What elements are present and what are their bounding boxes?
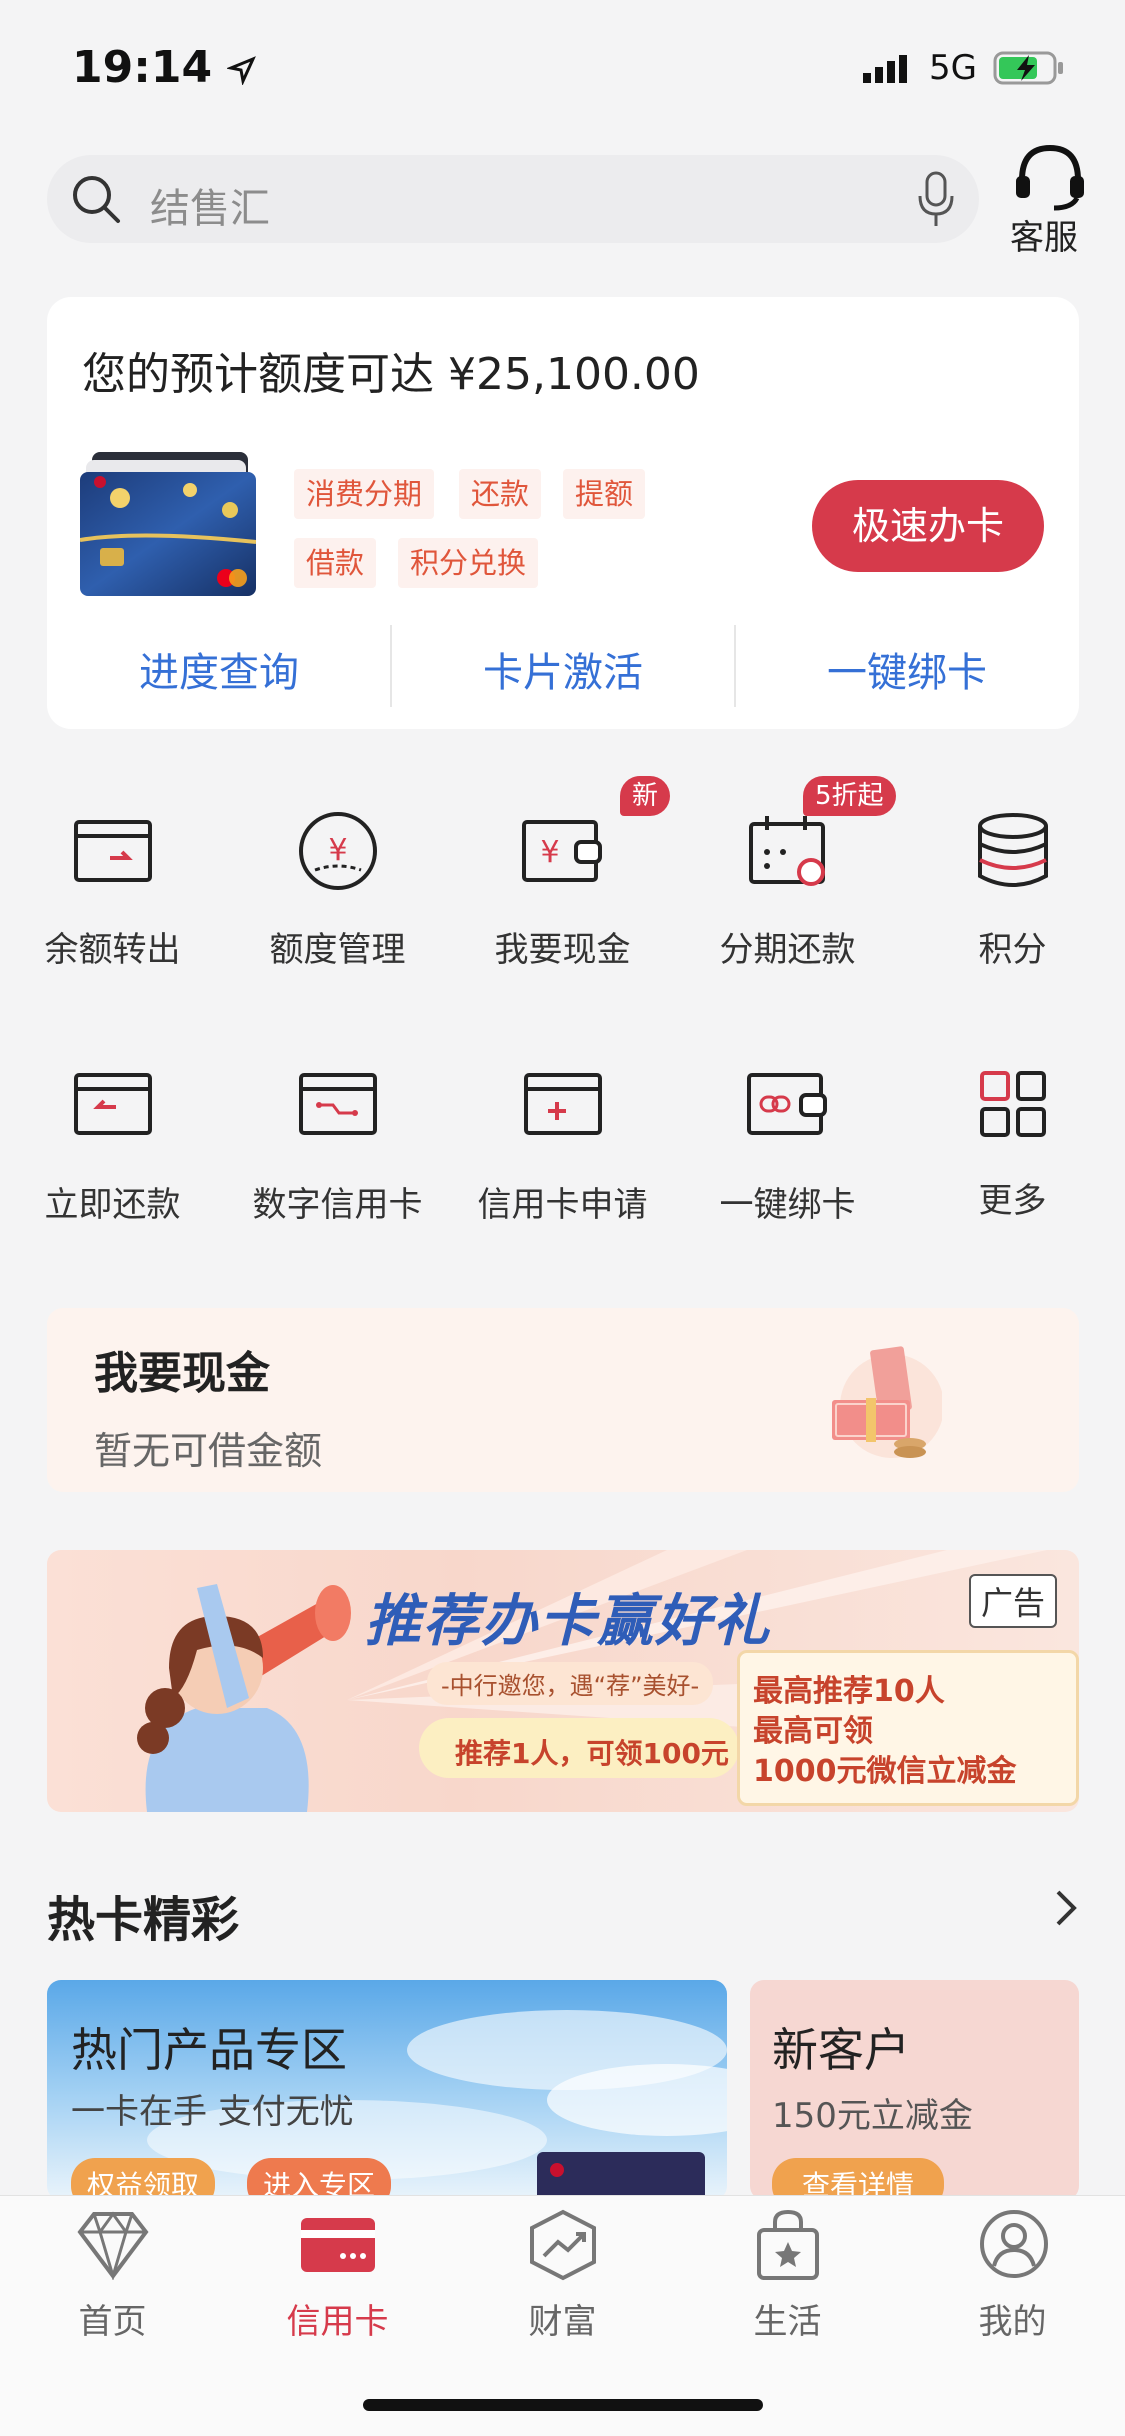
new-customer-card[interactable]: 新客户 150元立减金 查看详情 [750, 1980, 1079, 2200]
grid-bind-card[interactable]: 一键绑卡 [675, 1065, 900, 1225]
benefits-button[interactable]: 权益领取 [71, 2158, 216, 2200]
location-arrow-icon [226, 56, 257, 86]
tab-label: 信用卡 [286, 2302, 389, 2342]
search-input[interactable]: 结售汇 [150, 176, 270, 234]
profile-icon [980, 2210, 1048, 2278]
repay-now-icon [74, 1073, 152, 1135]
reward2-line3: 1000元微信立减金 [753, 1754, 1017, 1789]
grid-balance-transfer[interactable]: 余额转出 [0, 810, 225, 970]
progress-query-link[interactable]: 进度查询 [47, 640, 391, 698]
view-details-button[interactable]: 查看详情 [772, 2158, 945, 2200]
bind-card-icon [747, 1073, 827, 1135]
banner-title: 推荐办卡赢好礼 [365, 1589, 771, 1654]
tab-home[interactable]: 首页 [0, 2200, 225, 2350]
diamond-icon [77, 2211, 149, 2280]
tag-repayment[interactable]: 还款 [459, 469, 542, 519]
reward2-line2: 最高可领 [753, 1714, 873, 1749]
money-stack-icon [832, 1346, 942, 1458]
grid-repay-now[interactable]: 立即还款 [0, 1065, 225, 1225]
bind-card-link[interactable]: 一键绑卡 [735, 640, 1079, 698]
hot2-title: 新客户 [772, 2023, 910, 2077]
grid-label: 一键绑卡 [719, 1185, 856, 1225]
card-apply-icon [524, 1073, 602, 1135]
credit-card-icon [301, 2218, 375, 2272]
digital-card-icon [299, 1073, 377, 1135]
customer-service-label[interactable]: 客服 [1010, 210, 1078, 259]
hot1-title: 热门产品专区 [71, 2023, 347, 2077]
grid-label: 额度管理 [269, 930, 406, 970]
grid-label: 立即还款 [44, 1185, 181, 1225]
status-indicators: 5G [861, 48, 1065, 88]
grid-label: 我要现金 [494, 930, 631, 970]
tag-installment[interactable]: 消费分期 [294, 469, 435, 519]
hot1-subtitle: 一卡在手 支付无忧 [71, 2092, 354, 2132]
girl-megaphone-illustration [137, 1584, 351, 1812]
grid-card-apply[interactable]: 信用卡申请 [450, 1065, 675, 1225]
grid-more[interactable]: 更多 [900, 1065, 1125, 1225]
tab-label: 财富 [528, 2302, 597, 2342]
grid-label: 余额转出 [44, 930, 181, 970]
new-badge: 新 [620, 776, 671, 816]
bank-card-image [80, 452, 256, 596]
svg-text:¥: ¥ [540, 835, 559, 870]
hot-cards-title: 热卡精彩 [47, 1892, 240, 1948]
grid-limit-management[interactable]: ¥ 额度管理 [225, 810, 450, 970]
network-label: 5G [929, 48, 977, 88]
svg-text:¥: ¥ [328, 833, 347, 868]
banner-slogan: -中行邀您，遇“荐”美好- [427, 1662, 714, 1705]
ad-label: 广告 [968, 1574, 1057, 1628]
search-icon [73, 176, 120, 223]
cash-wallet-icon: ¥ [522, 820, 602, 882]
grid-label: 信用卡申请 [477, 1185, 648, 1225]
microphone-icon[interactable] [916, 170, 956, 230]
grid-label: 分期还款 [719, 930, 856, 970]
battery-charging-icon [993, 51, 1063, 85]
tab-label: 首页 [78, 2302, 147, 2342]
tab-wealth[interactable]: 财富 [450, 2200, 675, 2350]
grid-installment[interactable]: 5折起 分期还款 [675, 776, 900, 970]
installment-calendar-icon [749, 816, 825, 886]
grid-label: 数字信用卡 [252, 1185, 423, 1225]
home-indicator [363, 2399, 763, 2411]
tag-loan[interactable]: 借款 [294, 538, 377, 588]
cash-subtitle: 暂无可借金额 [94, 1429, 323, 1473]
wealth-chart-icon [530, 2209, 596, 2281]
estimated-limit-title: 您的预计额度可达 ¥25,100.00 [82, 349, 700, 400]
more-grid-icon [980, 1071, 1046, 1137]
shopping-bag-icon [757, 2209, 819, 2280]
tag-points-exchange[interactable]: 积分兑换 [398, 538, 539, 588]
discount-badge: 5折起 [803, 776, 896, 816]
grid-cash[interactable]: ¥ 新 我要现金 [450, 776, 675, 970]
card-activation-link[interactable]: 卡片激活 [391, 640, 735, 698]
reward1-text: 推荐1人，可领100元 [455, 1737, 729, 1770]
headset-icon[interactable] [1012, 142, 1088, 212]
tab-credit-card[interactable]: 信用卡 [225, 2200, 450, 2350]
grid-digital-card[interactable]: 数字信用卡 [225, 1065, 450, 1225]
status-time: 19:14 [72, 42, 257, 93]
hot2-subtitle: 150元立减金 [772, 2096, 973, 2136]
hot-products-card[interactable]: 热门产品专区 一卡在手 支付无忧 权益领取 进入专区 [47, 1980, 727, 2200]
platinum-card-image [537, 2152, 705, 2200]
tab-mine[interactable]: 我的 [900, 2200, 1125, 2350]
enter-zone-button[interactable]: 进入专区 [247, 2158, 392, 2200]
limit-management-icon: ¥ [299, 812, 377, 890]
grid-label: 更多 [978, 1181, 1047, 1221]
tag-raise-limit[interactable]: 提额 [563, 469, 646, 519]
reward2-line1: 最高推荐10人 [753, 1674, 945, 1709]
balance-transfer-icon [74, 820, 152, 882]
grid-points[interactable]: 积分 [900, 810, 1125, 970]
chevron-right-icon[interactable] [1050, 1886, 1080, 1930]
referral-ad-banner[interactable]: 推荐办卡赢好礼 广告 -中行邀您，遇“荐”美好- 推荐1人，可领100元 最高推… [47, 1550, 1079, 1812]
tab-label: 我的 [978, 2302, 1047, 2342]
signal-icon [863, 55, 908, 83]
tab-label: 生活 [753, 2302, 822, 2342]
cash-title: 我要现金 [94, 1348, 270, 1399]
quick-apply-button[interactable]: 极速办卡 [812, 480, 1044, 572]
points-stack-icon [978, 813, 1048, 887]
grid-label: 积分 [978, 930, 1047, 970]
tab-life[interactable]: 生活 [675, 2200, 900, 2350]
